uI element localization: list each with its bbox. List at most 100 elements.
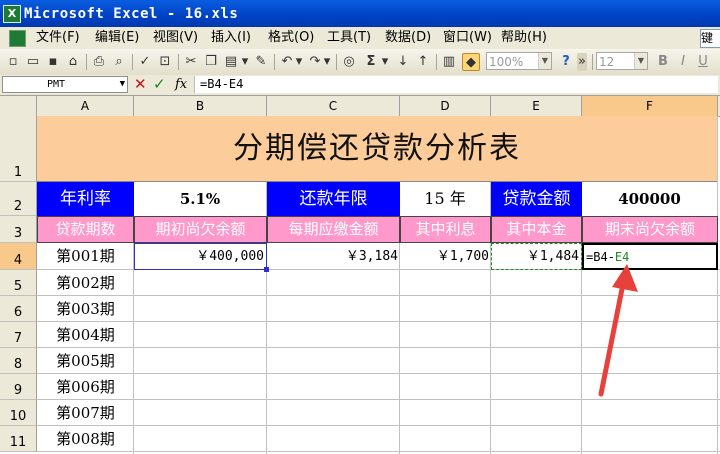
row-header-7[interactable]: 7 [0,322,37,348]
bold-icon[interactable]: B [654,53,672,71]
spelling-icon[interactable]: ✓ [136,53,154,71]
excel-app-icon: X [3,5,21,23]
print-icon[interactable]: ⎙ [90,53,108,71]
row-header-11[interactable]: 11 [0,426,37,452]
underline-icon[interactable]: U [694,53,712,71]
ask-question-box[interactable]: 键 [700,29,720,48]
years-value[interactable]: 15 年 [400,182,491,216]
toolbar-separator [274,54,275,70]
gridline [717,116,718,454]
sort-descending-icon[interactable]: ↑ [414,53,432,71]
gridline [37,425,720,426]
name-box[interactable]: PMT ▼ [2,76,128,93]
column-header-b[interactable]: B [134,96,267,116]
toolbar-options-icon[interactable]: » [577,53,587,71]
autosum-icon[interactable]: Σ [362,53,380,71]
payment-cell[interactable]: ￥3,184 [267,243,400,270]
column-header-d[interactable]: D [400,96,491,116]
header-period[interactable]: 贷款期数 [37,216,134,243]
years-label[interactable]: 还款年限 [267,182,400,216]
amount-value[interactable]: 400000 [582,182,718,216]
zoom-combo[interactable]: 100% ▼ [486,52,552,70]
row-header-4[interactable]: 4 [0,243,37,270]
row-header-2[interactable]: 2 [0,182,37,216]
period-cell[interactable]: 第007期 [37,400,134,426]
column-header-f[interactable]: F [582,96,718,116]
toolbar-separator [178,54,179,70]
opening-balance-cell[interactable]: ￥400,000 [134,243,267,270]
menu-insert[interactable]: 插入(I) [211,30,251,46]
redo-dropdown-icon[interactable]: ▾ [322,53,332,71]
window-title-bar[interactable]: X Microsoft Excel - 16.xls [0,0,720,27]
header-closing-balance[interactable]: 期末尚欠余额 [582,216,718,243]
period-cell[interactable]: 第001期 [37,243,134,270]
header-interest[interactable]: 其中利息 [400,216,491,243]
chevron-down-icon[interactable]: ▼ [120,77,125,92]
rate-label[interactable]: 年利率 [37,182,134,216]
header-principal[interactable]: 其中本金 [491,216,582,243]
permission-icon[interactable]: ⌂ [64,53,82,71]
new-icon[interactable]: ▫ [4,53,22,71]
enter-icon[interactable]: ✓ [153,76,166,93]
formula-bar: PMT ▼ ✕ ✓ fx =B4-E4 [0,75,720,96]
period-cell[interactable]: 第004期 [37,322,134,348]
row-header-1[interactable]: 1 [0,116,37,182]
paste-icon[interactable]: ▤ [222,53,240,71]
menu-tools[interactable]: 工具(T) [327,30,371,46]
row-header-8[interactable]: 8 [0,348,37,374]
chevron-down-icon[interactable]: ▼ [634,53,647,69]
period-cell[interactable]: 第003期 [37,296,134,322]
rate-value[interactable]: 5.1% [134,182,267,216]
fill-handle-icon[interactable] [264,267,269,272]
amount-label[interactable]: 贷款金额 [491,182,582,216]
column-header-c[interactable]: C [267,96,400,116]
select-all-button[interactable] [0,96,37,116]
toolbar-separator [132,54,133,70]
sort-ascending-icon[interactable]: ↓ [394,53,412,71]
formula-input[interactable]: =B4-E4 [194,76,718,93]
period-cell[interactable]: 第005期 [37,348,134,374]
period-cell[interactable]: 第008期 [37,426,134,452]
period-cell[interactable]: 第006期 [37,374,134,400]
research-icon[interactable]: ⊡ [156,53,174,71]
column-header-a[interactable]: A [37,96,134,116]
copy-icon[interactable]: ❐ [202,53,220,71]
menu-edit[interactable]: 编辑(E) [95,30,139,46]
drawing-icon[interactable]: ◆ [462,53,480,71]
undo-dropdown-icon[interactable]: ▾ [294,53,304,71]
interest-cell[interactable]: ￥1,700 [400,243,491,270]
help-icon[interactable]: ? [557,53,575,71]
hyperlink-icon[interactable]: ◎ [340,53,358,71]
italic-icon[interactable]: I [674,53,692,71]
workbook-icon[interactable] [9,30,26,47]
row-header-5[interactable]: 5 [0,270,37,296]
column-header-e[interactable]: E [491,96,582,116]
cancel-icon[interactable]: ✕ [134,76,147,93]
header-payment[interactable]: 每期应缴金额 [267,216,400,243]
font-size-combo[interactable]: 12 ▼ [596,52,648,70]
period-cell[interactable]: 第002期 [37,270,134,296]
principal-cell[interactable]: ￥1,484 [491,243,582,270]
row-header-9[interactable]: 9 [0,374,37,400]
insert-function-icon[interactable]: fx [175,76,187,93]
chart-wizard-icon[interactable]: ▥ [440,53,458,71]
row-header-6[interactable]: 6 [0,296,37,322]
save-icon[interactable]: ▪ [44,53,62,71]
paste-dropdown-icon[interactable]: ▾ [240,53,250,71]
menu-view[interactable]: 视图(V) [153,30,198,46]
menu-file[interactable]: 文件(F) [36,30,80,46]
menu-help[interactable]: 帮助(H) [501,30,547,46]
chevron-down-icon[interactable]: ▼ [538,53,551,69]
format-painter-icon[interactable]: ✎ [252,53,270,71]
print-preview-icon[interactable]: ⌕ [110,53,128,71]
header-opening-balance[interactable]: 期初尚欠余额 [134,216,267,243]
sheet-title[interactable]: 分期偿还贷款分析表 [37,116,717,182]
row-header-10[interactable]: 10 [0,400,37,426]
menu-window[interactable]: 窗口(W) [443,30,492,46]
cut-icon[interactable]: ✂ [182,53,200,71]
autosum-dropdown-icon[interactable]: ▾ [380,53,390,71]
menu-format[interactable]: 格式(O) [268,30,314,46]
row-header-3[interactable]: 3 [0,216,37,243]
open-icon[interactable]: ▭ [24,53,42,71]
menu-data[interactable]: 数据(D) [385,30,431,46]
